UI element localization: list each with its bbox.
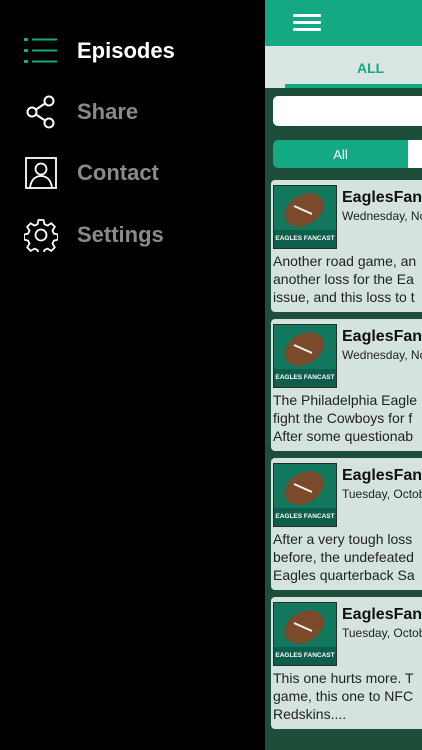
tab-all[interactable]: ALL [357,60,384,76]
podcast-thumbnail-icon: EAGLES FANCAST [273,324,337,388]
segment-all[interactable]: All [273,140,408,168]
menu-label-episodes: Episodes [77,38,175,63]
svg-text:EAGLES FANCAST: EAGLES FANCAST [275,652,334,659]
menu-label-share: Share [77,99,139,124]
menu-item-share[interactable]: Share [0,84,265,140]
svg-text:EAGLES FANCAST: EAGLES FANCAST [275,374,334,381]
tab-bar: ALL [265,46,422,88]
side-drawer: Episodes Share Contact Settings [0,0,265,750]
menu-item-contact[interactable]: Contact [0,145,265,201]
menu-label-contact: Contact [77,160,159,185]
episode-description: The Philadelphia Eagle fight the Cowboys… [273,392,417,444]
episode-card[interactable]: EAGLES FANCAST EaglesFanC Tuesday, Octob… [271,597,422,729]
tab-indicator [285,84,422,88]
menu-label-settings: Settings [77,222,164,247]
contact-icon [24,156,58,190]
svg-text:EAGLES FANCAST: EAGLES FANCAST [275,513,334,520]
podcast-thumbnail-icon: EAGLES FANCAST [273,602,337,666]
episode-card[interactable]: EAGLES FANCAST EaglesFanC Tuesday, Octob… [271,458,422,590]
gear-icon [24,218,58,252]
search-input[interactable] [273,96,422,126]
episode-title: EaglesFanC [342,606,422,623]
episode-title: EaglesFanC [342,328,422,345]
episode-card[interactable]: EAGLES FANCAST EaglesFanC Wednesday, No … [271,319,422,451]
episode-description: After a very tough loss before, the unde… [273,531,415,583]
main-panel: ALL All EAGLES FANCAST EaglesFanC Wednes… [265,0,422,750]
podcast-thumbnail-icon: EAGLES FANCAST [273,463,337,527]
episode-date: Wednesday, No [342,348,422,362]
episode-card[interactable]: EAGLES FANCAST EaglesFanC Wednesday, No … [271,180,422,312]
hamburger-menu-icon[interactable] [293,14,321,32]
segment-other[interactable] [408,140,422,168]
list-icon [24,34,58,68]
menu-item-settings[interactable]: Settings [0,207,265,263]
segmented-control: All [273,140,422,168]
episode-date: Tuesday, Octob [342,626,422,640]
episode-title: EaglesFanC [342,189,422,206]
top-bar [265,0,422,46]
menu-item-episodes[interactable]: Episodes [0,23,265,79]
share-icon [24,95,58,129]
episode-date: Tuesday, Octob [342,487,422,501]
svg-text:EAGLES FANCAST: EAGLES FANCAST [275,235,334,242]
episode-description: Another road game, an another loss for t… [273,253,417,305]
podcast-thumbnail-icon: EAGLES FANCAST [273,185,337,249]
episode-title: EaglesFanC [342,467,422,484]
episode-date: Wednesday, No [342,209,422,223]
episode-description: This one hurts more. T game, this one to… [273,670,414,722]
